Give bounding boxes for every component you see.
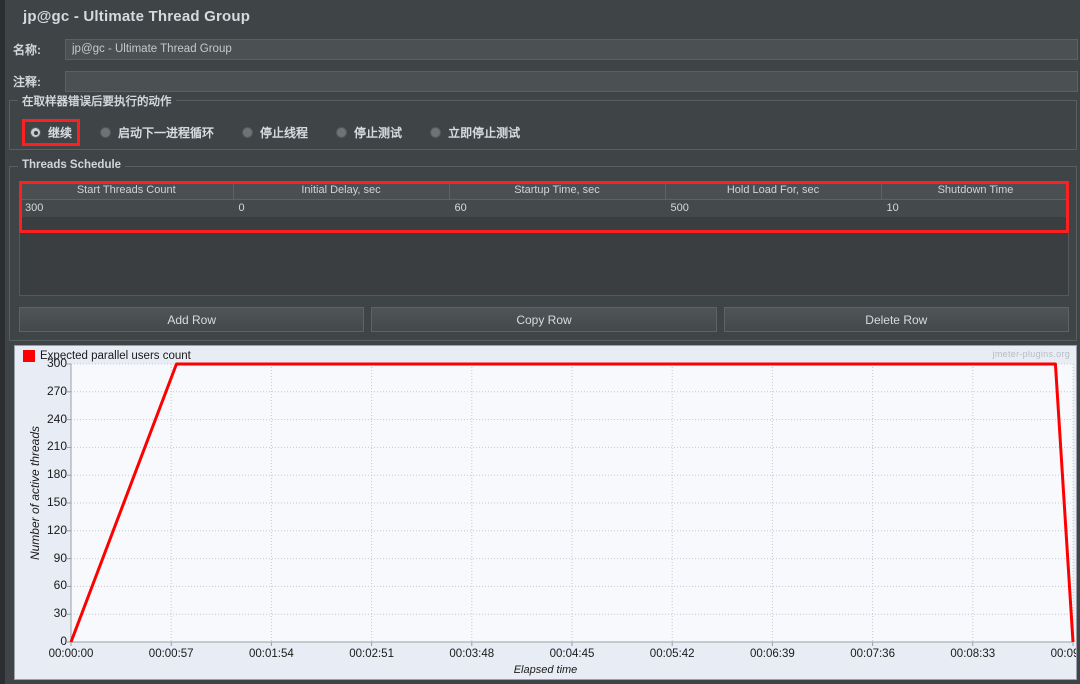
table-cell[interactable]: 0 [233, 199, 449, 217]
threads-schedule-table-wrap[interactable]: Start Threads Count Initial Delay, sec Sta… [19, 181, 1069, 296]
add-row-button[interactable]: Add Row [19, 307, 365, 332]
table-empty-cell [20, 217, 1068, 295]
x-axis-tick-label: 00:09:30 [1050, 648, 1076, 660]
error-action-group: 在取样器错误后要执行的动作 继续 启动下一进程循环 停止线程 停止测试 立即停止测试 [9, 93, 1077, 150]
table-column-header[interactable]: Shutdown Time [881, 182, 1068, 200]
radio-dot-icon [430, 127, 442, 138]
table-header-row: Start Threads Count Initial Delay, sec Sta… [20, 182, 1068, 200]
x-axis-tick-label: 00:01:54 [249, 648, 294, 660]
table-body[interactable]: 300 0 60 500 10 [20, 199, 1068, 295]
x-axis-tick-label: 00:08:33 [950, 648, 996, 660]
table-empty-area [20, 217, 1068, 295]
error-action-radio-label: 停止测试 [354, 126, 403, 140]
threads-schedule-table[interactable]: Start Threads Count Initial Delay, sec Sta… [20, 182, 1068, 295]
table-cell[interactable]: 10 [881, 199, 1068, 217]
table-cell[interactable]: 60 [449, 199, 665, 217]
table-cell[interactable]: 500 [665, 199, 881, 217]
x-axis-tick-label: 00:06:39 [750, 648, 795, 660]
error-action-radio-label: 立即停止测试 [448, 126, 521, 140]
table-row[interactable]: 300 0 60 500 10 [20, 199, 1068, 217]
error-action-radio-3[interactable]: 停止测试 [330, 121, 408, 144]
table-column-header[interactable]: Startup Time, sec [449, 182, 666, 200]
chart-plot-area [67, 362, 1075, 646]
error-action-legend: 在取样器错误后要执行的动作 [18, 93, 176, 109]
comment-input[interactable] [65, 70, 1078, 92]
x-axis-tick-label: 00:02:51 [349, 648, 394, 660]
error-action-radio-label: 启动下一进程循环 [118, 126, 215, 140]
x-axis-tick-label: 00:04:45 [549, 648, 595, 660]
x-axis-tick-label: 00:07:36 [850, 648, 895, 660]
comment-label: 注释: [13, 74, 41, 89]
chart-x-axis-label: Elapsed time [513, 664, 578, 676]
error-action-radio-label: 继续 [48, 126, 73, 140]
threads-schedule-group: Threads Schedule Start Threads Count Init… [9, 159, 1077, 341]
copy-row-button[interactable]: Copy Row [371, 307, 717, 332]
error-action-radio-label: 停止线程 [260, 126, 309, 140]
y-axis-tick-label: 300 [46, 356, 67, 370]
x-axis-tick-label: 00:03:48 [449, 648, 495, 660]
name-input[interactable] [65, 38, 1078, 60]
row-action-buttons: Add Row Copy Row Delete Row [19, 307, 1069, 332]
radio-dot-icon [336, 127, 348, 138]
error-action-radio-4[interactable]: 立即停止测试 [424, 121, 526, 144]
radio-dot-icon [100, 127, 112, 138]
radio-dot-icon [242, 127, 254, 138]
threads-schedule-legend: Threads Schedule [18, 159, 126, 171]
error-action-radio-group: 继续 启动下一进程循环 停止线程 停止测试 立即停止测试 [21, 119, 542, 146]
ultimate-thread-group-panel: jp@gc - Ultimate Thread Group 名称: 注释: 在取… [0, 0, 1080, 684]
chart-y-axis-label: Number of active threads [28, 425, 42, 561]
delete-row-button[interactable]: Delete Row [723, 307, 1069, 332]
expected-users-chart: Expected parallel users count jmeter-plu… [14, 345, 1077, 680]
comment-field-row: 注释: [5, 70, 1080, 92]
panel-title-bar: jp@gc - Ultimate Thread Group [5, 0, 1080, 32]
y-axis-tick-label: 30 [53, 606, 67, 621]
x-axis-tick-label: 00:05:42 [649, 648, 695, 660]
name-field-row: 名称: [5, 38, 1080, 60]
table-column-header[interactable]: Start Threads Count [20, 182, 234, 200]
error-action-radio-0[interactable]: 继续 [21, 119, 81, 146]
table-cell[interactable]: 300 [20, 199, 233, 217]
chart-x-axis-ticks: 00:00:00 00:00:57 00:01:54 00:02:51 00:03:48… [15, 642, 1076, 662]
radio-dot-icon [30, 127, 41, 138]
x-axis-tick-label: 00:00:00 [48, 648, 94, 660]
error-action-radio-2[interactable]: 停止线程 [236, 121, 314, 144]
x-axis-tick-label: 00:00:57 [148, 648, 194, 660]
error-action-radio-1[interactable]: 启动下一进程循环 [94, 121, 220, 144]
name-label: 名称: [13, 42, 41, 57]
table-column-header[interactable]: Hold Load For, sec [665, 182, 882, 200]
page-title: jp@gc - Ultimate Thread Group [23, 7, 251, 25]
table-column-header[interactable]: Initial Delay, sec [233, 182, 450, 200]
